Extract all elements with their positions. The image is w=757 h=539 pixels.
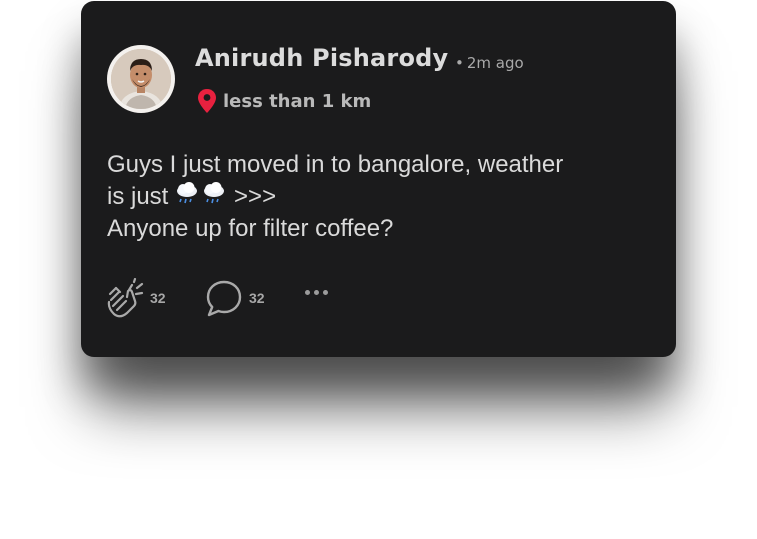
- comment-count: 32: [249, 290, 265, 306]
- comment-bubble-icon: [206, 280, 242, 317]
- cloud-with-rain-icon: [177, 182, 198, 204]
- post-location: less than 1 km: [197, 88, 371, 114]
- post-text-line-2-suffix: >>>: [234, 183, 277, 210]
- clap-button[interactable]: 32: [106, 278, 166, 318]
- post-text-line-2-prefix: is just: [107, 183, 169, 210]
- location-text: less than 1 km: [223, 90, 372, 112]
- more-options-button[interactable]: [305, 290, 332, 295]
- post-card[interactable]: Anirudh Pisharody • 2m ago less than 1 km…: [81, 1, 676, 357]
- comment-button[interactable]: 32: [205, 278, 265, 318]
- time-separator: •: [455, 54, 464, 72]
- cloud-with-rain-icon: [204, 182, 225, 204]
- post-text-line-2: is just >>>: [107, 181, 647, 213]
- post-text-line-1: Guys I just moved in to bangalore, weath…: [107, 151, 564, 178]
- clap-count: 32: [150, 290, 166, 306]
- post-actions: 32 32: [106, 278, 406, 318]
- more-options-icon-dot: [323, 290, 328, 295]
- avatar[interactable]: [111, 49, 171, 109]
- more-options-icon-dot: [314, 290, 319, 295]
- more-options-icon: [305, 290, 310, 295]
- time-ago-text: 2m ago: [466, 54, 524, 72]
- post-body: Guys I just moved in to bangalore, weath…: [107, 149, 647, 245]
- clapping-hands-icon: [107, 278, 144, 318]
- stage: Anirudh Pisharody • 2m ago less than 1 km…: [0, 0, 757, 539]
- location-pin-icon: [198, 89, 216, 113]
- author-name[interactable]: Anirudh Pisharody: [195, 44, 448, 72]
- avatar-frame[interactable]: [107, 45, 175, 113]
- post-time: • 2m ago: [455, 54, 524, 72]
- post-text-line-3: Anyone up for filter coffee?: [107, 215, 394, 242]
